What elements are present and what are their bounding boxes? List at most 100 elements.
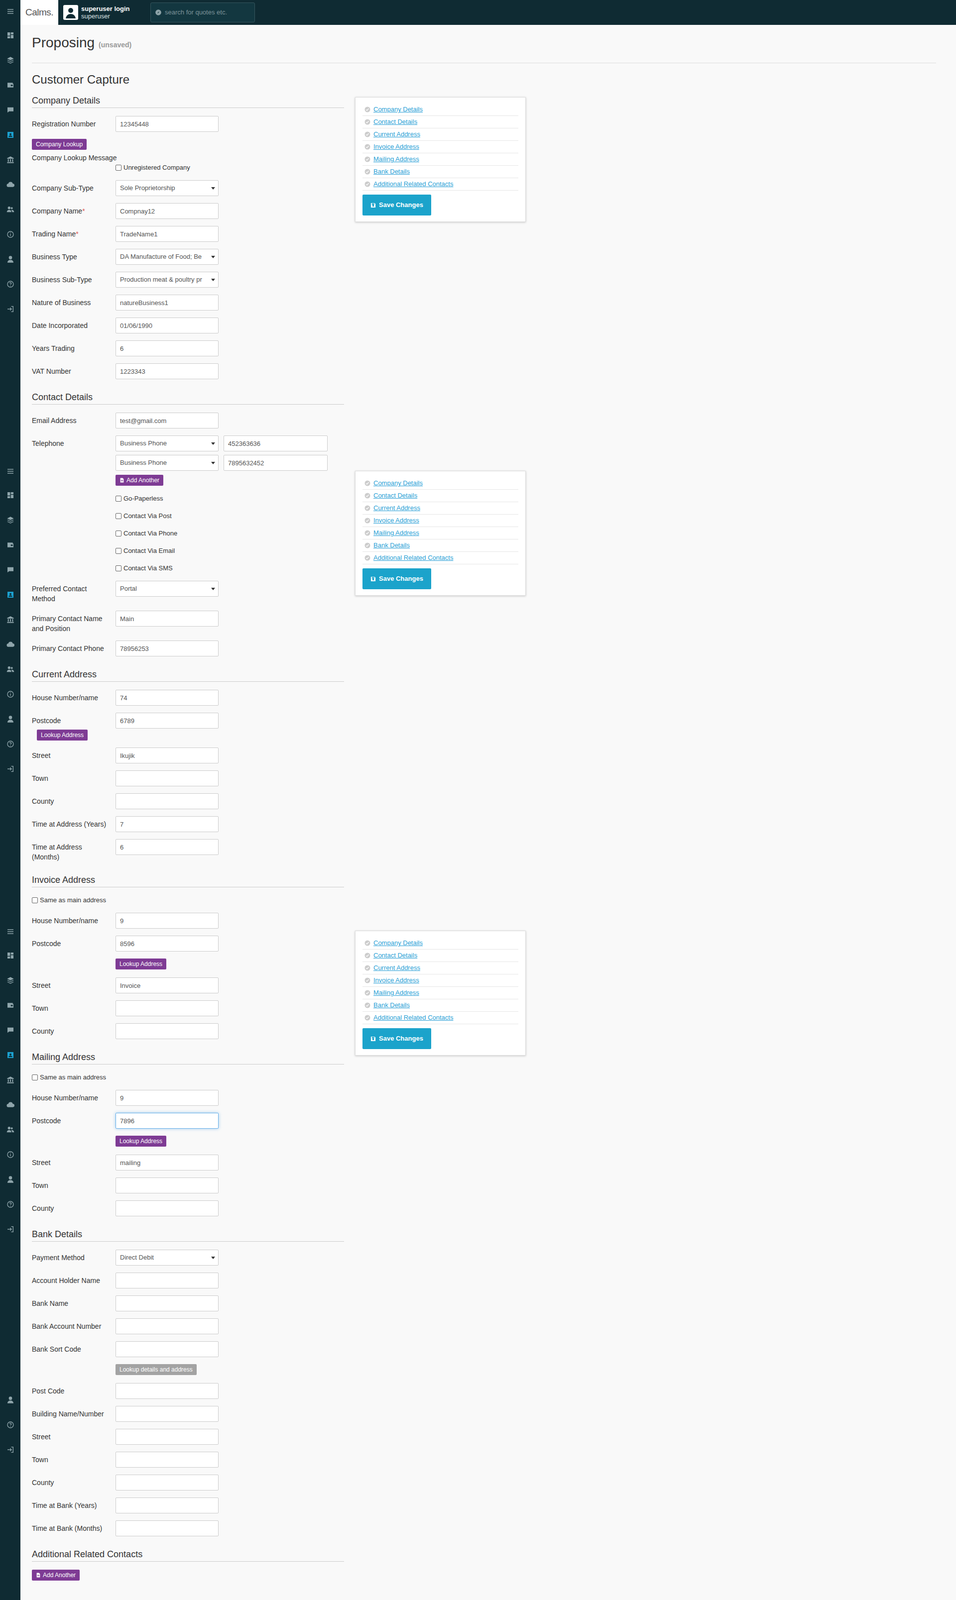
checkbox[interactable] <box>115 495 122 502</box>
sidebar-item[interactable] <box>0 1217 21 1243</box>
search-input[interactable] <box>164 7 251 18</box>
sidebar-item[interactable] <box>0 1167 21 1193</box>
text-input[interactable] <box>115 839 219 856</box>
text-input[interactable] <box>115 1383 219 1400</box>
section-nav-link[interactable]: Contact Details <box>373 117 418 127</box>
sidebar-item[interactable] <box>0 296 21 322</box>
section-nav-link[interactable]: Bank Details <box>373 1000 410 1011</box>
checkbox[interactable] <box>115 530 122 537</box>
section-nav-link[interactable]: Invoice Address <box>373 515 420 526</box>
section-nav-link[interactable]: Contact Details <box>373 490 418 501</box>
sidebar-item[interactable] <box>0 1437 21 1463</box>
sidebar-item[interactable] <box>0 246 21 272</box>
text-input[interactable] <box>115 412 219 429</box>
text-input[interactable] <box>115 1200 219 1217</box>
section-nav-item[interactable]: Contact Details <box>362 950 519 963</box>
text-input[interactable] <box>115 770 219 787</box>
form-button[interactable]: Lookup Address <box>115 1136 167 1148</box>
sidebar-item[interactable] <box>0 920 21 944</box>
section-nav-item[interactable]: Invoice Address <box>362 514 519 528</box>
checkbox-row[interactable]: Contact Via Email <box>31 546 345 557</box>
text-input[interactable] <box>115 317 219 334</box>
section-nav-item[interactable]: Company Details <box>362 103 519 117</box>
checkbox-row[interactable]: Go-Paperless <box>31 493 345 504</box>
text-input[interactable] <box>115 1341 219 1358</box>
section-nav-item[interactable]: Bank Details <box>362 165 519 179</box>
sidebar-item[interactable] <box>0 1092 21 1118</box>
text-input[interactable] <box>115 1113 219 1130</box>
text-input[interactable] <box>115 1318 219 1335</box>
form-button[interactable]: Lookup details and address <box>115 1364 197 1376</box>
form-button[interactable]: Company Lookup <box>31 138 87 150</box>
lookup-address-button[interactable]: Lookup Address <box>36 729 88 741</box>
sidebar-item[interactable] <box>0 172 21 198</box>
text-input[interactable] <box>115 294 219 311</box>
sidebar-item[interactable] <box>0 532 21 558</box>
section-nav-item[interactable]: Contact Details <box>362 489 519 503</box>
sidebar-item[interactable] <box>0 271 21 297</box>
text-input[interactable] <box>115 640 219 657</box>
checkbox[interactable] <box>115 565 122 572</box>
sidebar-item[interactable] <box>0 507 21 533</box>
text-input[interactable] <box>115 1090 219 1107</box>
section-nav-link[interactable]: Company Details <box>373 104 423 115</box>
text-input[interactable] <box>115 816 219 833</box>
sidebar-item[interactable] <box>0 582 21 608</box>
section-nav-link[interactable]: Invoice Address <box>373 141 420 152</box>
text-input[interactable] <box>115 1296 219 1313</box>
text-input[interactable] <box>115 1429 219 1446</box>
form-button[interactable]: Add Another <box>115 475 164 486</box>
sidebar-item[interactable] <box>0 460 21 483</box>
section-nav-item[interactable]: Invoice Address <box>362 140 519 154</box>
sidebar-item[interactable] <box>0 0 21 23</box>
sidebar-item[interactable] <box>0 968 21 994</box>
logo[interactable]: Calms. <box>20 0 59 25</box>
section-nav-item[interactable]: Contact Details <box>362 116 519 129</box>
section-nav-item[interactable]: Current Address <box>362 502 519 515</box>
section-nav-link[interactable]: Current Address <box>373 503 421 514</box>
select-box[interactable]: Production meat & poultry pr <box>115 271 219 288</box>
select-box[interactable]: Portal <box>115 581 219 598</box>
select-box[interactable]: Direct Debit <box>115 1250 219 1267</box>
checkbox-row[interactable]: Contact Via Post <box>31 511 345 522</box>
phone-number-input[interactable] <box>223 455 328 472</box>
section-nav-link[interactable]: Company Details <box>373 938 423 949</box>
sidebar-item[interactable] <box>0 607 21 633</box>
text-input[interactable] <box>115 1273 219 1290</box>
section-nav-item[interactable]: Additional Related Contacts <box>362 552 519 565</box>
sidebar-item[interactable] <box>0 97 21 123</box>
sidebar-item[interactable] <box>0 557 21 583</box>
sidebar-item[interactable] <box>0 682 21 708</box>
section-nav-item[interactable]: Mailing Address <box>362 153 519 166</box>
section-nav-item[interactable]: Mailing Address <box>362 987 519 1000</box>
text-input[interactable] <box>115 340 219 357</box>
sidebar-item[interactable] <box>0 1068 21 1093</box>
section-nav-item[interactable]: Bank Details <box>362 999 519 1013</box>
text-input[interactable] <box>115 913 219 930</box>
section-nav-item[interactable]: Company Details <box>362 477 519 490</box>
checkbox-row[interactable]: Unregistered Company <box>31 162 345 173</box>
sidebar-item[interactable] <box>0 147 21 173</box>
user-info[interactable]: superuser loginsuperuser <box>81 4 140 20</box>
sidebar-item[interactable] <box>0 222 21 247</box>
phone-number-input[interactable] <box>223 435 328 452</box>
section-nav-link[interactable]: Mailing Address <box>373 988 420 999</box>
sidebar-item[interactable] <box>0 731 21 757</box>
sidebar-item[interactable] <box>0 197 21 223</box>
section-nav-link[interactable]: Mailing Address <box>373 528 420 539</box>
form-button[interactable]: Lookup Address <box>115 958 167 970</box>
section-nav-item[interactable]: Current Address <box>362 962 519 975</box>
sidebar-item[interactable] <box>0 657 21 683</box>
text-input[interactable] <box>115 203 219 220</box>
text-input[interactable] <box>115 1155 219 1172</box>
select-box[interactable]: Sole Proprietorship <box>115 180 219 197</box>
section-nav-item[interactable]: Current Address <box>362 128 519 141</box>
select-box[interactable]: DA Manufacture of Food; Be <box>115 248 219 265</box>
section-nav-link[interactable]: Current Address <box>373 963 421 974</box>
sidebar-item[interactable] <box>0 1388 21 1414</box>
sidebar-item[interactable] <box>0 943 21 969</box>
sidebar-item[interactable] <box>0 1018 21 1044</box>
section-nav-link[interactable]: Current Address <box>373 129 421 140</box>
section-nav-item[interactable]: Bank Details <box>362 539 519 553</box>
text-input[interactable] <box>115 690 219 707</box>
